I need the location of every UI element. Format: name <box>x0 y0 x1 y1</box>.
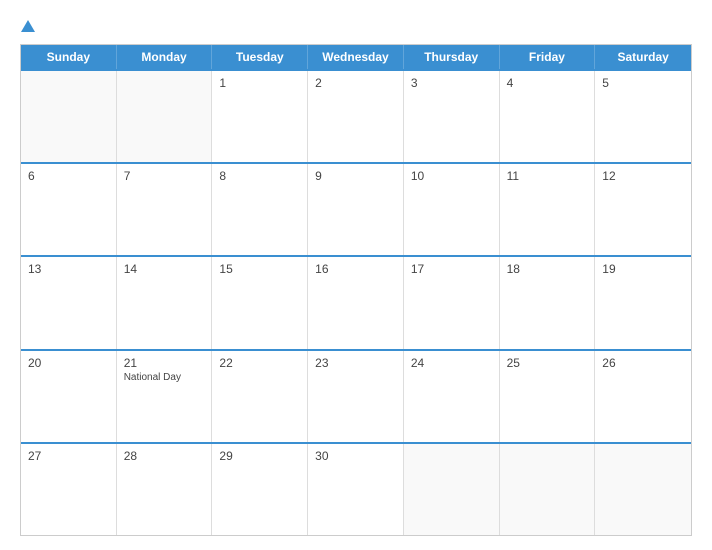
day-number: 21 <box>124 356 205 370</box>
day-cell: 23 <box>308 351 404 442</box>
day-number: 9 <box>315 169 396 183</box>
day-number: 5 <box>602 76 684 90</box>
day-number: 26 <box>602 356 684 370</box>
day-cell: 24 <box>404 351 500 442</box>
day-header-tuesday: Tuesday <box>212 45 308 69</box>
logo-triangle-icon <box>21 20 35 32</box>
calendar-weeks: 123456789101112131415161718192021Nationa… <box>21 69 691 535</box>
day-headers-row: Sunday Monday Tuesday Wednesday Thursday… <box>21 45 691 69</box>
day-cell <box>21 71 117 162</box>
day-number: 25 <box>507 356 588 370</box>
day-number: 13 <box>28 262 109 276</box>
page: Sunday Monday Tuesday Wednesday Thursday… <box>0 0 712 550</box>
day-cell: 20 <box>21 351 117 442</box>
calendar: Sunday Monday Tuesday Wednesday Thursday… <box>20 44 692 536</box>
day-number: 27 <box>28 449 109 463</box>
day-cell: 6 <box>21 164 117 255</box>
day-cell: 13 <box>21 257 117 348</box>
day-cell: 9 <box>308 164 404 255</box>
week-row-2: 6 78 9 10 11 12 <box>21 162 691 255</box>
header <box>20 18 692 34</box>
day-cell: 12 <box>595 164 691 255</box>
day-number: 4 <box>507 76 588 90</box>
day-cell: 17 <box>404 257 500 348</box>
day-cell <box>595 444 691 535</box>
day-number: 16 <box>315 262 396 276</box>
day-cell: 19 <box>595 257 691 348</box>
day-cell: 18 <box>500 257 596 348</box>
logo <box>20 18 35 34</box>
day-number: 2 <box>315 76 396 90</box>
day-number: 23 <box>315 356 396 370</box>
day-cell: 25 <box>500 351 596 442</box>
day-cell: 26 <box>595 351 691 442</box>
day-cell <box>404 444 500 535</box>
day-cell: 27 <box>21 444 117 535</box>
day-number: 6 <box>28 169 109 183</box>
day-number: 14 <box>124 262 205 276</box>
day-number: 11 <box>507 169 588 183</box>
day-cell: 11 <box>500 164 596 255</box>
day-cell: 1 <box>212 71 308 162</box>
day-cell: 2 <box>308 71 404 162</box>
day-number: 22 <box>219 356 300 370</box>
day-number: 24 <box>411 356 492 370</box>
day-cell: 28 <box>117 444 213 535</box>
day-header-saturday: Saturday <box>595 45 691 69</box>
day-number: 12 <box>602 169 684 183</box>
day-number: 17 <box>411 262 492 276</box>
day-cell: 3 <box>404 71 500 162</box>
day-cell: 21 National Day <box>117 351 213 442</box>
day-cell: 15 <box>212 257 308 348</box>
day-number: 1 <box>219 76 300 90</box>
day-header-friday: Friday <box>500 45 596 69</box>
day-cell <box>500 444 596 535</box>
day-number: 28 <box>124 449 205 463</box>
day-number: 3 <box>411 76 492 90</box>
day-number: 10 <box>411 169 492 183</box>
day-cell: 29 <box>212 444 308 535</box>
day-number: 8 <box>219 169 300 183</box>
day-cell: 4 <box>500 71 596 162</box>
day-header-thursday: Thursday <box>404 45 500 69</box>
day-cell: 22 <box>212 351 308 442</box>
day-cell: 16 <box>308 257 404 348</box>
day-cell: 5 <box>595 71 691 162</box>
day-event: National Day <box>124 372 205 383</box>
day-cell: 7 <box>117 164 213 255</box>
day-cell: 30 <box>308 444 404 535</box>
day-number: 7 <box>124 169 205 183</box>
day-number: 30 <box>315 449 396 463</box>
day-number: 18 <box>507 262 588 276</box>
day-number: 19 <box>602 262 684 276</box>
day-cell: 8 <box>212 164 308 255</box>
day-cell: 10 <box>404 164 500 255</box>
day-number: 20 <box>28 356 109 370</box>
day-header-wednesday: Wednesday <box>308 45 404 69</box>
day-header-monday: Monday <box>117 45 213 69</box>
day-number: 15 <box>219 262 300 276</box>
day-number: 29 <box>219 449 300 463</box>
week-row-3: 13 14 15 16 17 18 19 <box>21 255 691 348</box>
week-row-1: 1 2 3 45 <box>21 69 691 162</box>
day-cell: 14 <box>117 257 213 348</box>
day-cell <box>117 71 213 162</box>
day-header-sunday: Sunday <box>21 45 117 69</box>
week-row-4: 20 21 National Day 22 23 24 25 26 <box>21 349 691 442</box>
week-row-5: 27 28 29 30 <box>21 442 691 535</box>
